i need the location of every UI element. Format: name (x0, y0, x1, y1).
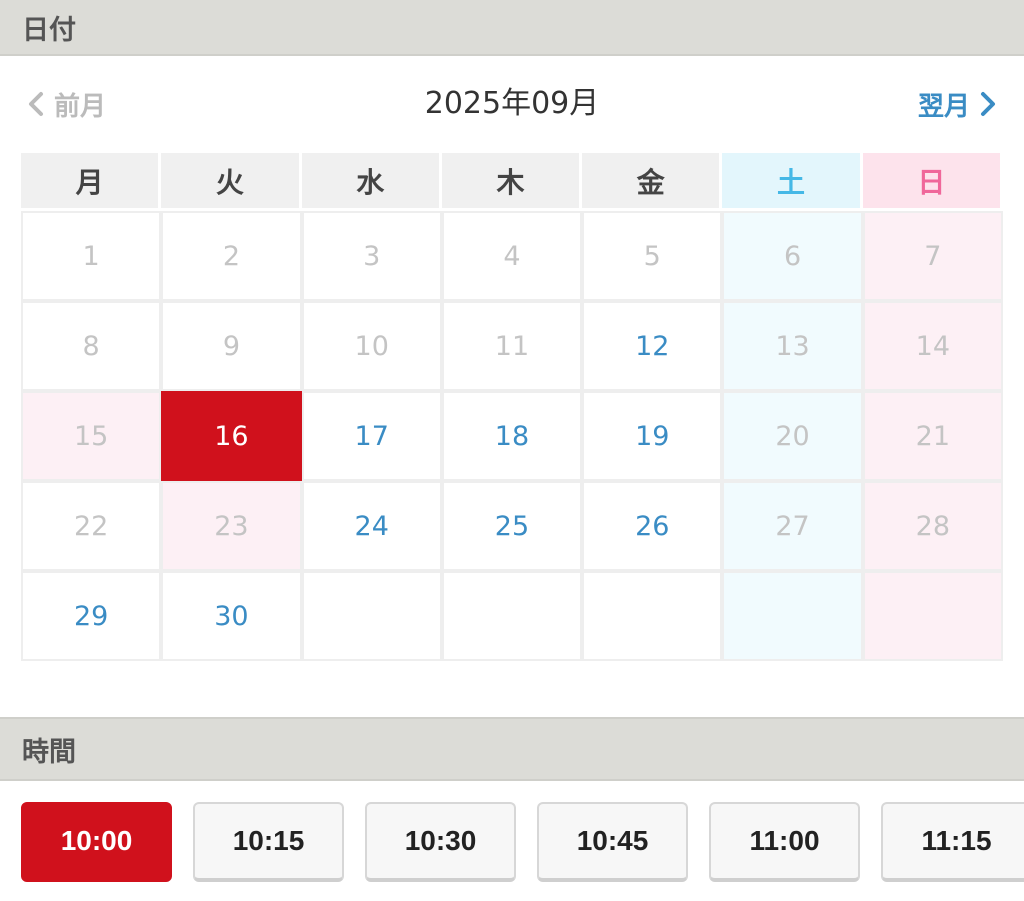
calendar-day-cell[interactable]: 26 (582, 481, 723, 571)
calendar-empty-cell (441, 571, 583, 661)
calendar-empty-cell (582, 571, 723, 661)
calendar-day-cell: 22 (21, 481, 162, 571)
calendar-day-cell: 8 (21, 301, 162, 391)
calendar-day-cell: 15 (21, 391, 162, 481)
time-section-header: 時間 (0, 717, 1024, 781)
time-slot-button[interactable]: 11:15 (881, 802, 1024, 882)
calendar-day-cell[interactable]: 30 (161, 571, 302, 661)
calendar-day-cell[interactable]: 17 (301, 391, 442, 481)
calendar-day-cell[interactable]: 29 (21, 571, 162, 661)
time-slot-button[interactable]: 10:00 (21, 802, 172, 882)
calendar-day-cell[interactable]: 18 (441, 391, 583, 481)
weekday-mon: 月 (21, 153, 162, 211)
current-month-title: 2025年09月 (424, 86, 600, 121)
calendar-week-row: 22 23 24 25 26 27 28 (21, 481, 1003, 571)
calendar-week-row: 15 16 17 18 19 20 21 (21, 391, 1003, 481)
calendar-day-cell: 27 (722, 481, 863, 571)
calendar-grid: 月 火 水 木 金 土 日 1 2 3 4 5 6 7 8 9 10 11 12 13 14 15 16 17 1… (21, 153, 1003, 661)
chevron-right-icon (981, 92, 995, 116)
calendar-day-cell: 20 (722, 391, 863, 481)
calendar-day-cell: 23 (161, 481, 302, 571)
calendar-day-cell: 21 (862, 391, 1003, 481)
weekday-wed: 水 (301, 153, 442, 211)
calendar-day-cell: 10 (301, 301, 442, 391)
calendar-day-cell[interactable]: 24 (301, 481, 442, 571)
calendar-day-cell: 28 (862, 481, 1003, 571)
calendar-day-cell[interactable]: 12 (582, 301, 723, 391)
calendar-day-cell: 3 (301, 211, 442, 301)
calendar-day-cell: 1 (21, 211, 162, 301)
weekday-header-row: 月 火 水 木 金 土 日 (21, 153, 1003, 211)
weekday-sat: 土 (722, 153, 863, 211)
calendar-day-cell: 2 (161, 211, 302, 301)
calendar-day-cell: 7 (862, 211, 1003, 301)
calendar-day-cell[interactable]: 16 (161, 391, 302, 481)
calendar-day-cell: 14 (862, 301, 1003, 391)
month-navigation: 前月 2025年09月 翌月 (0, 56, 1024, 153)
calendar-day-cell[interactable]: 25 (441, 481, 583, 571)
weekday-tue: 火 (161, 153, 302, 211)
time-slot-list: 10:00 10:15 10:30 10:45 11:00 11:15 (21, 802, 1024, 882)
time-slot-button[interactable]: 10:30 (365, 802, 516, 882)
calendar-day-cell: 9 (161, 301, 302, 391)
calendar-day-cell: 4 (441, 211, 583, 301)
weekday-sun: 日 (862, 153, 1003, 211)
next-month-button[interactable]: 翌月 (918, 84, 998, 124)
date-section-header: 日付 (0, 0, 1024, 56)
calendar-empty-cell (862, 571, 1003, 661)
calendar-week-row: 29 30 (21, 571, 1003, 661)
calendar-day-cell[interactable]: 19 (582, 391, 723, 481)
time-slot-button[interactable]: 10:15 (193, 802, 344, 882)
calendar-day-cell: 11 (441, 301, 583, 391)
calendar-week-row: 1234567 (21, 211, 1003, 301)
weekday-thu: 木 (441, 153, 583, 211)
date-section-title: 日付 (22, 14, 76, 46)
next-month-label: 翌月 (917, 91, 970, 122)
time-section-title: 時間 (22, 736, 76, 768)
calendar-day-cell: 6 (722, 211, 863, 301)
calendar-empty-cell (301, 571, 442, 661)
time-slot-button[interactable]: 10:45 (537, 802, 688, 882)
time-slot-button[interactable]: 11:00 (709, 802, 860, 882)
calendar-day-cell: 13 (722, 301, 863, 391)
calendar-day-cell: 5 (582, 211, 723, 301)
weekday-fri: 金 (582, 153, 723, 211)
calendar-empty-cell (722, 571, 863, 661)
calendar-week-row: 8 9 10 11 12 13 14 (21, 301, 1003, 391)
